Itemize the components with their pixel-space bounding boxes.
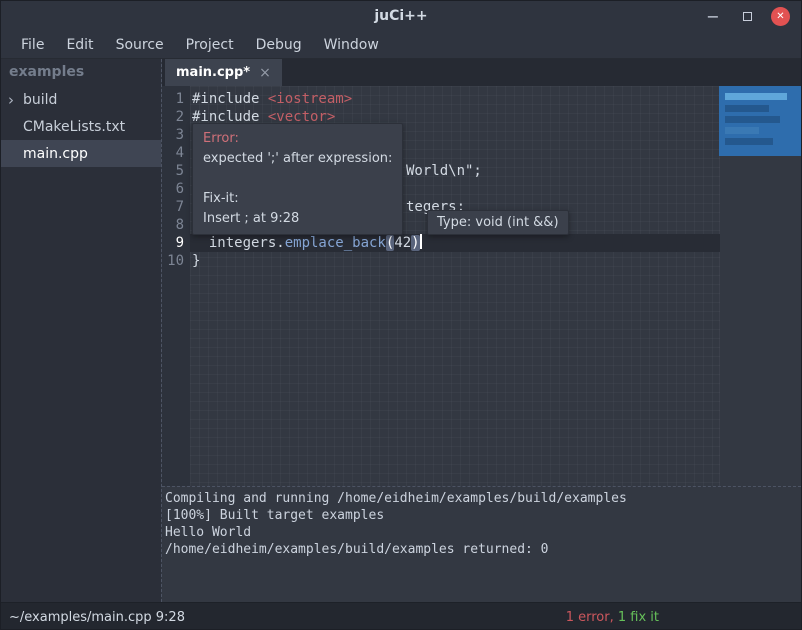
tree-item-label: CMakeLists.txt xyxy=(23,119,125,135)
line-number-9: 9 xyxy=(162,234,184,252)
code-overview xyxy=(719,86,801,156)
window-title: juCi++ xyxy=(1,8,801,24)
minimap-line xyxy=(725,138,773,145)
file-tree-panel: examples › build CMakeLists.txt main.cpp xyxy=(1,59,161,602)
minimap-line xyxy=(725,116,780,123)
menu-item-debug[interactable]: Debug xyxy=(245,34,313,56)
tooltip-line: Fix-it: xyxy=(203,189,392,209)
tabbar: main.cpp* × xyxy=(162,59,801,86)
window-controls: − ✕ xyxy=(703,6,801,26)
titlebar[interactable]: juCi++ − ✕ xyxy=(1,1,801,31)
terminal-line: [100%] Built target examples xyxy=(165,507,801,524)
text-cursor xyxy=(420,234,422,249)
content-area: examples › build CMakeLists.txt main.cpp ma… xyxy=(1,59,801,602)
minimize-button[interactable]: − xyxy=(703,6,723,26)
tab-close-icon[interactable]: × xyxy=(259,65,271,81)
code-line-9[interactable]: integers.emplace_back(42) xyxy=(190,234,720,252)
menu-item-project[interactable]: Project xyxy=(175,34,245,56)
status-file-position: ~/examples/main.cpp 9:28 xyxy=(9,610,185,625)
menu-item-source[interactable]: Source xyxy=(105,34,175,56)
code-line-1[interactable]: #include <iostream> xyxy=(190,90,801,108)
jucipp-window: juCi++ − ✕ FileEditSourceProjectDebugWin… xyxy=(0,0,802,630)
terminal-line: Compiling and running /home/eidheim/exam… xyxy=(165,490,801,507)
line-number-1: 1 xyxy=(162,90,184,108)
diagnostic-tooltip: Error:expected ';' after expression: Fix… xyxy=(192,123,403,235)
line-number-3: 3 xyxy=(162,126,184,144)
line-number-7: 7 xyxy=(162,198,184,216)
tree-item-build[interactable]: › build xyxy=(1,86,161,113)
code-line-10[interactable]: } xyxy=(190,252,801,270)
type-tooltip-text: Type: void (int &&) xyxy=(437,215,559,230)
line-number-10: 10 xyxy=(162,252,184,270)
line-number-6: 6 xyxy=(162,180,184,198)
restore-icon xyxy=(743,12,752,21)
tab-main-cpp[interactable]: main.cpp* × xyxy=(165,59,282,86)
terminal-line: Hello World xyxy=(165,524,801,541)
tooltip-line: expected ';' after expression: xyxy=(203,149,392,169)
line-number-2: 2 xyxy=(162,108,184,126)
file-tree: › build CMakeLists.txt main.cpp xyxy=(1,86,161,167)
code-segment: <iostream> xyxy=(268,91,352,107)
code-segment: 42 xyxy=(394,235,411,251)
menu-item-edit[interactable]: Edit xyxy=(55,34,104,56)
project-name: examples xyxy=(1,59,161,86)
tree-item-cmakelists-txt[interactable]: CMakeLists.txt xyxy=(1,113,161,140)
menu-item-window[interactable]: Window xyxy=(313,34,390,56)
tooltip-line: Insert ; at 9:28 xyxy=(203,209,392,229)
tree-item-label: main.cpp xyxy=(23,146,88,162)
close-icon: ✕ xyxy=(776,11,784,22)
menubar: FileEditSourceProjectDebugWindow xyxy=(1,31,801,59)
status-separator: , xyxy=(610,610,618,625)
line-number-4: 4 xyxy=(162,144,184,162)
code-segment: } xyxy=(192,253,200,269)
close-button[interactable]: ✕ xyxy=(771,7,790,26)
code-segment: integers. xyxy=(192,235,285,251)
code-segment: World\n"; xyxy=(406,162,482,180)
tooltip-line xyxy=(203,169,392,189)
editor[interactable]: 12345678910 #include <iostream>#include … xyxy=(162,86,801,486)
line-numbers: 12345678910 xyxy=(162,86,190,486)
statusbar: ~/examples/main.cpp 9:28 1 error, 1 fix … xyxy=(1,602,801,630)
fixit-count: 1 fix it xyxy=(618,610,659,625)
code-segment: #include xyxy=(192,91,268,107)
minimap-line xyxy=(725,105,769,112)
tab-label: main.cpp* xyxy=(176,65,250,80)
terminal-line: /home/eidheim/examples/build/examples re… xyxy=(165,541,801,558)
code-segment: emplace_back xyxy=(285,235,386,251)
status-diagnostics: 1 error, 1 fix it xyxy=(566,610,659,625)
tree-item-main-cpp[interactable]: main.cpp xyxy=(1,140,161,167)
minimap-line xyxy=(725,127,759,134)
type-tooltip: Type: void (int &&) xyxy=(427,210,569,235)
code-segment: ) xyxy=(411,235,419,251)
chevron-right-icon[interactable]: › xyxy=(8,91,14,109)
menu-item-file[interactable]: File xyxy=(10,34,55,56)
terminal-panel[interactable]: Compiling and running /home/eidheim/exam… xyxy=(162,486,801,602)
error-count: 1 error xyxy=(566,610,610,625)
main-pane: main.cpp* × 12345678910 #include <iostre… xyxy=(161,59,801,602)
minimap-line xyxy=(725,93,787,100)
line-number-5: 5 xyxy=(162,162,184,180)
tree-item-label: build xyxy=(23,92,57,108)
minimize-icon: − xyxy=(706,7,719,26)
line-number-8: 8 xyxy=(162,216,184,234)
restore-button[interactable] xyxy=(737,6,757,26)
tooltip-line: Error: xyxy=(203,129,392,149)
